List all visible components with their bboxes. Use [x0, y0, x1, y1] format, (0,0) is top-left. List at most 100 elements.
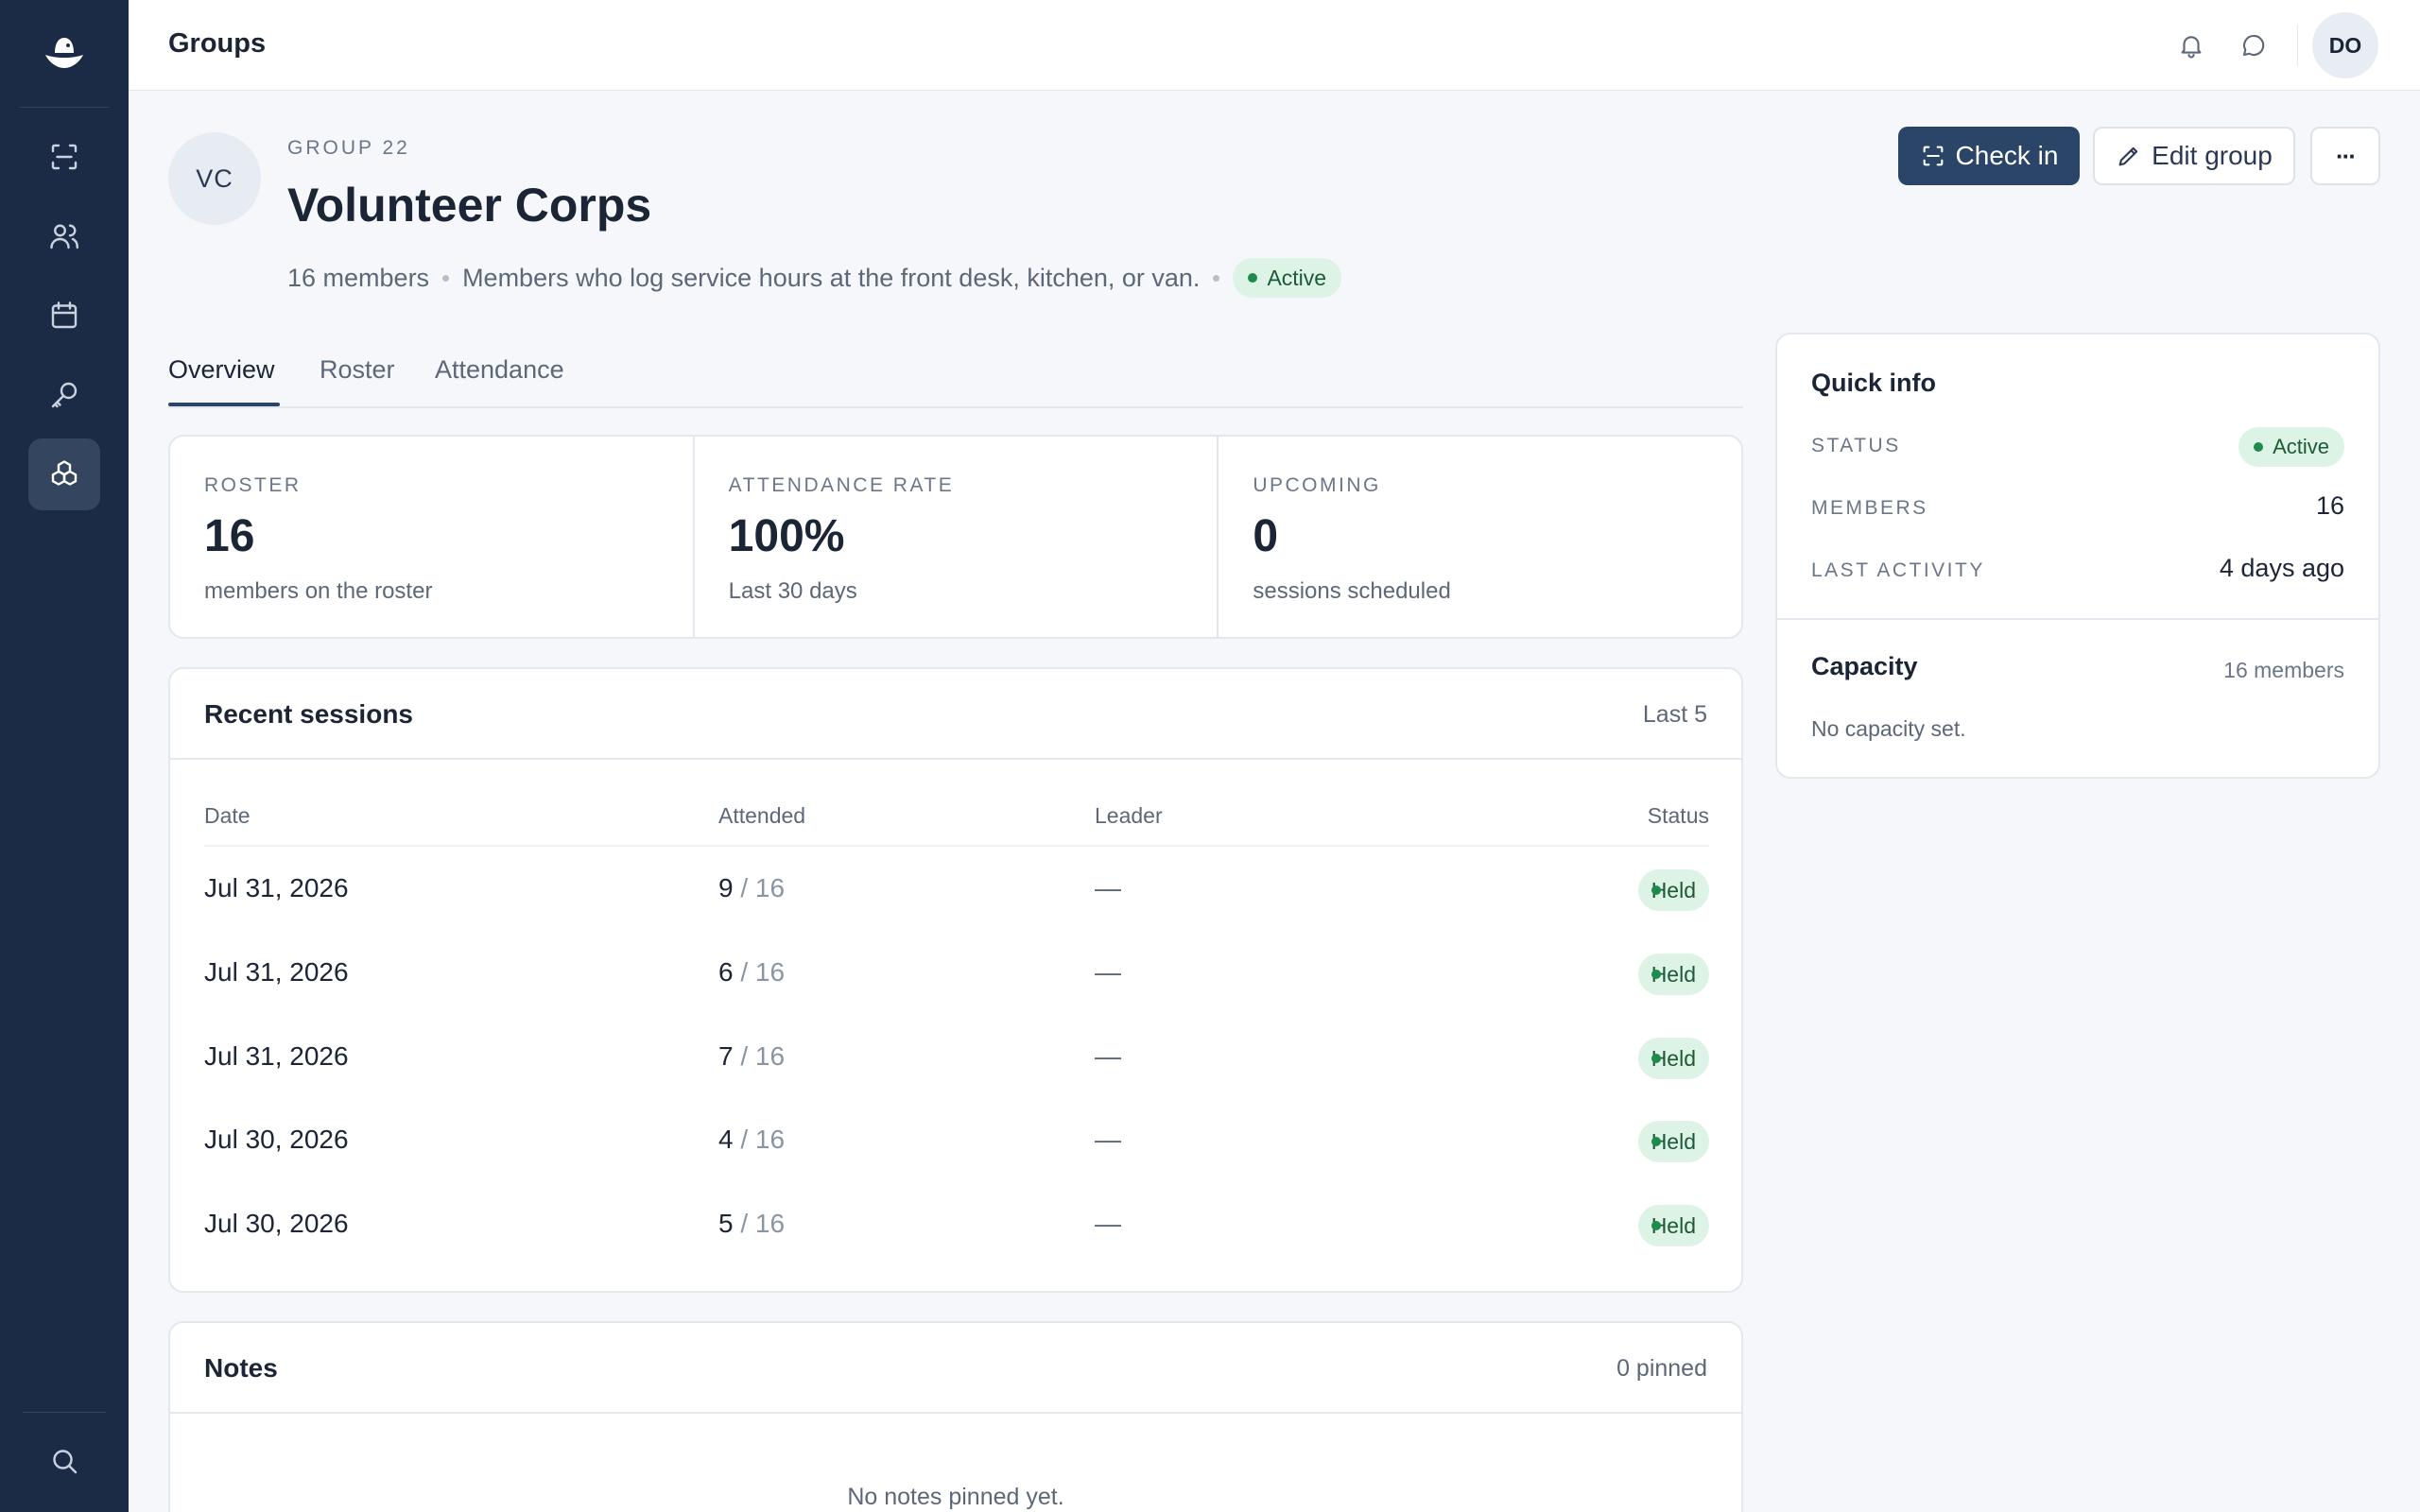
recent-sessions-card: Recent sessions Last 5 Date Attended Lea…	[168, 667, 1743, 1293]
capacity-members: 16 members	[2223, 658, 2344, 682]
status-dot	[2254, 442, 2264, 452]
notes-card: Notes 0 pinned No notes pinned yet.	[168, 1321, 1743, 1512]
sidebar	[0, 0, 129, 1512]
session-attended: 9 / 16	[718, 873, 786, 902]
column-attended: Attended	[718, 803, 806, 828]
active-tab-indicator	[168, 403, 280, 406]
session-date: Jul 31, 2026	[204, 1041, 349, 1071]
stat-upcoming: UPCOMING 0 sessions scheduled	[1219, 437, 1741, 637]
stat-value: 0	[1253, 511, 1279, 561]
more-icon: ···	[2336, 141, 2357, 170]
session-status: Held	[1637, 1038, 1709, 1079]
users-icon	[50, 224, 78, 249]
last-activity-value: 4 days ago	[2219, 554, 2344, 582]
column-leader: Leader	[1095, 803, 1163, 828]
calendar-icon	[51, 301, 78, 329]
status-text: Active	[2273, 435, 2329, 458]
sidebar-search-button[interactable]	[28, 1425, 100, 1497]
table-row[interactable]: Jul 30, 2026 5 / 16 — Held	[204, 1184, 1709, 1267]
column-status: Status	[1647, 803, 1709, 828]
status-badge: Active	[1233, 258, 1342, 298]
session-status: Held	[1637, 869, 1709, 911]
sidebar-item-keys[interactable]	[28, 359, 100, 431]
stats-card: ROSTER 16 members on the roster ATTENDAN…	[168, 435, 1743, 639]
session-status: Held	[1637, 1121, 1709, 1162]
table-row[interactable]: Jul 30, 2026 4 / 16 — Held	[204, 1100, 1709, 1183]
logo-icon	[45, 37, 83, 68]
session-status: Held	[1637, 1205, 1709, 1246]
group-title: Volunteer Corps	[287, 179, 652, 232]
notifications-button[interactable]	[2170, 25, 2212, 66]
session-date: Jul 30, 2026	[204, 1125, 349, 1154]
session-attended: 7 / 16	[718, 1041, 786, 1071]
divider	[1777, 618, 2378, 620]
separator-dot	[442, 274, 450, 282]
stat-label: ATTENDANCE RATE	[728, 474, 955, 496]
card-header: Notes 0 pinned	[170, 1323, 1741, 1414]
scan-icon	[51, 144, 78, 170]
members-value: 16	[2315, 491, 2344, 520]
card-meta: 0 pinned	[1616, 1355, 1707, 1382]
group-meta: 16 members Members who log service hours…	[287, 257, 1342, 299]
capacity-title: Capacity	[1811, 652, 1918, 680]
stat-value: 16	[204, 511, 255, 561]
capacity-note: No capacity set.	[1811, 716, 1966, 741]
notes-empty-state: No notes pinned yet.	[847, 1484, 1064, 1510]
members-label: MEMBERS	[1811, 497, 1928, 519]
session-attended: 6 / 16	[718, 957, 786, 987]
table-row[interactable]: Jul 31, 2026 7 / 16 — Held	[204, 1017, 1709, 1100]
status-badge: Active	[2238, 427, 2344, 467]
tab-roster[interactable]: Roster	[320, 355, 395, 385]
quick-info-card: Quick info STATUS Active MEMBERS 16 LAST…	[1775, 333, 2380, 779]
check-in-label: Check in	[1955, 141, 2059, 170]
groups-icon	[51, 460, 78, 486]
group-avatar: VC	[168, 132, 261, 225]
top-bar: Groups DO	[129, 0, 2420, 91]
more-actions-button[interactable]: ···	[2310, 127, 2380, 185]
user-avatar[interactable]: DO	[2312, 12, 2378, 78]
key-icon	[51, 382, 78, 408]
session-leader: —	[1095, 1125, 1121, 1154]
sidebar-item-check-in[interactable]	[28, 121, 100, 193]
members-count: 16 members	[287, 263, 430, 292]
session-leader: —	[1095, 1041, 1121, 1071]
check-in-button[interactable]: Check in	[1898, 127, 2080, 185]
status-dot	[1248, 273, 1258, 283]
edit-group-label: Edit group	[2152, 141, 2273, 170]
sidebar-item-groups[interactable]	[28, 438, 100, 510]
column-date: Date	[204, 803, 251, 828]
tab-attendance[interactable]: Attendance	[435, 355, 564, 385]
stat-label: ROSTER	[204, 474, 302, 496]
tab-overview[interactable]: Overview	[168, 355, 275, 385]
table-row[interactable]: Jul 31, 2026 9 / 16 — Held	[204, 849, 1709, 932]
card-meta: Last 5	[1642, 701, 1707, 728]
session-leader: —	[1095, 957, 1121, 987]
card-header: Recent sessions Last 5	[170, 669, 1741, 760]
table-row[interactable]: Jul 31, 2026 6 / 16 — Held	[204, 933, 1709, 1016]
stat-label: UPCOMING	[1253, 474, 1381, 496]
messages-button[interactable]	[2233, 25, 2274, 66]
group-number: GROUP 22	[287, 137, 410, 159]
tab-bar: Overview Roster Attendance	[168, 344, 1743, 408]
separator-dot	[1213, 274, 1220, 282]
session-date: Jul 31, 2026	[204, 873, 349, 902]
session-date: Jul 30, 2026	[204, 1209, 349, 1238]
edit-group-button[interactable]: Edit group	[2093, 127, 2295, 185]
sidebar-item-people[interactable]	[28, 200, 100, 272]
session-attended: 5 / 16	[718, 1209, 786, 1238]
stat-value: 100%	[728, 511, 845, 561]
session-leader: —	[1095, 873, 1121, 902]
stat-caption: Last 30 days	[728, 578, 857, 604]
app-logo[interactable]	[19, 0, 110, 108]
quick-info-title: Quick info	[1811, 369, 1937, 397]
table-header: Date Attended Leader Status	[204, 803, 1709, 847]
stat-roster: ROSTER 16 members on the roster	[170, 437, 695, 637]
status-text: Active	[1267, 265, 1327, 290]
topbar-divider	[2297, 25, 2298, 66]
sidebar-item-calendar[interactable]	[28, 280, 100, 352]
status-label: STATUS	[1811, 435, 1901, 456]
page-title: Groups	[168, 28, 267, 59]
stat-attendance-rate: ATTENDANCE RATE 100% Last 30 days	[695, 437, 1219, 637]
search-icon	[53, 1450, 78, 1474]
group-description: Members who log service hours at the fro…	[462, 263, 1201, 292]
